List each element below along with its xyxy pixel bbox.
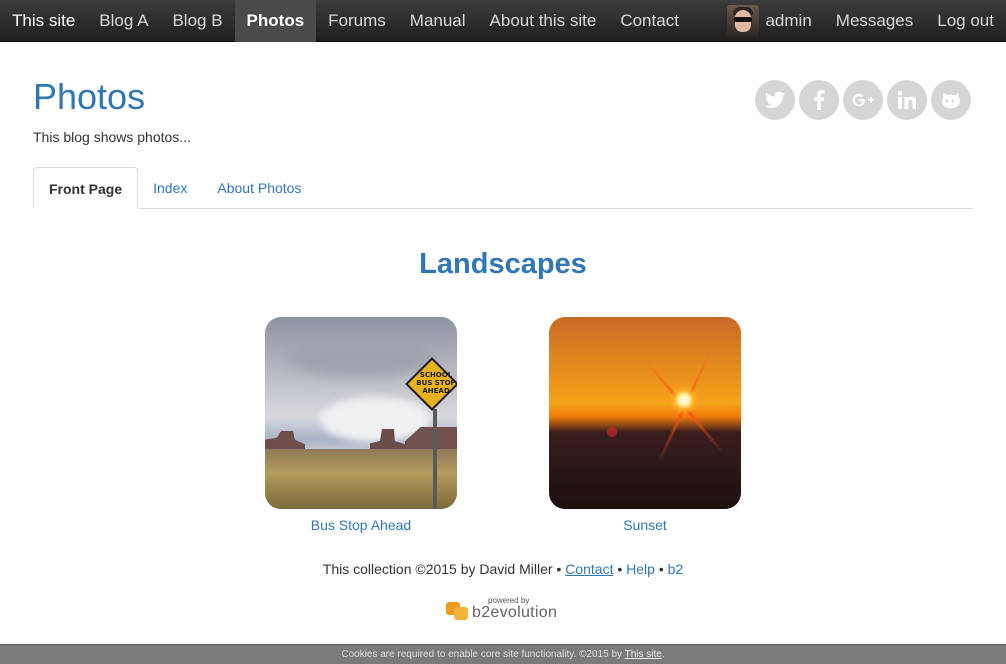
tab-front-page[interactable]: Front Page (33, 167, 139, 209)
b2evolution-wordmark: b2evolution (472, 604, 558, 621)
blog-tabs: Front Page Index About Photos (33, 167, 973, 209)
github-icon[interactable] (931, 80, 971, 120)
nav-item-manual[interactable]: Manual (398, 0, 478, 42)
photo-caption[interactable]: Bus Stop Ahead (265, 517, 457, 533)
footer-credits: This collection ©2015 by David Miller • … (0, 561, 1006, 577)
nav-item-forums[interactable]: Forums (316, 0, 398, 42)
photo-bus-stop-ahead[interactable]: SCHOOL BUS STOP AHEAD Bus Stop Ahead (265, 317, 457, 533)
cookie-site-link[interactable]: This site (625, 649, 662, 660)
nav-item-photos[interactable]: Photos (234, 0, 317, 42)
sign-text: SCHOOL BUS STOP AHEAD (416, 371, 456, 395)
tab-about-photos[interactable]: About Photos (202, 167, 316, 209)
tab-index[interactable]: Index (138, 167, 202, 209)
photo-thumbnail[interactable] (549, 317, 741, 509)
powered-by-b2evolution-logo[interactable]: powered by b2evolution (446, 596, 566, 624)
cookie-notice-text: Cookies are required to enable core site… (341, 649, 623, 660)
footer-copyright: This collection ©2015 by David Miller (322, 561, 553, 577)
nav-item-contact[interactable]: Contact (608, 0, 691, 42)
footer-separator: • (556, 561, 562, 577)
nav-right-group: admin Messages Log out (727, 0, 1006, 42)
facebook-icon[interactable] (799, 80, 839, 120)
footer-separator: • (658, 561, 664, 577)
page-title[interactable]: Photos (33, 76, 145, 118)
logout-link[interactable]: Log out (925, 0, 1006, 42)
footer-help-link[interactable]: Help (626, 561, 655, 577)
social-links (755, 80, 971, 120)
nav-item-about[interactable]: About this site (478, 0, 609, 42)
blog-tagline: This blog shows photos... (33, 129, 191, 145)
nav-item-blog-b[interactable]: Blog B (160, 0, 234, 42)
google-plus-icon[interactable] (843, 80, 883, 120)
messages-link[interactable]: Messages (824, 0, 925, 42)
cookie-notice-bar: Cookies are required to enable core site… (0, 644, 1006, 664)
footer-separator: • (617, 561, 623, 577)
footer-contact-link[interactable]: Contact (565, 561, 613, 577)
photo-sunset[interactable]: Sunset (549, 317, 741, 533)
collection-title[interactable]: Landscapes (0, 248, 1006, 281)
photo-thumbnail[interactable]: SCHOOL BUS STOP AHEAD (265, 317, 457, 509)
twitter-icon[interactable] (755, 80, 795, 120)
footer-b2-link[interactable]: b2 (668, 561, 684, 577)
top-navbar: This site Blog A Blog B Photos Forums Ma… (0, 0, 1006, 42)
avatar (727, 4, 760, 37)
nav-brand-link[interactable]: This site (0, 0, 87, 42)
linkedin-icon[interactable] (887, 80, 927, 120)
user-menu[interactable]: admin (727, 0, 823, 42)
nav-item-blog-a[interactable]: Blog A (87, 0, 160, 42)
user-name: admin (765, 10, 812, 30)
photo-caption[interactable]: Sunset (549, 517, 741, 533)
